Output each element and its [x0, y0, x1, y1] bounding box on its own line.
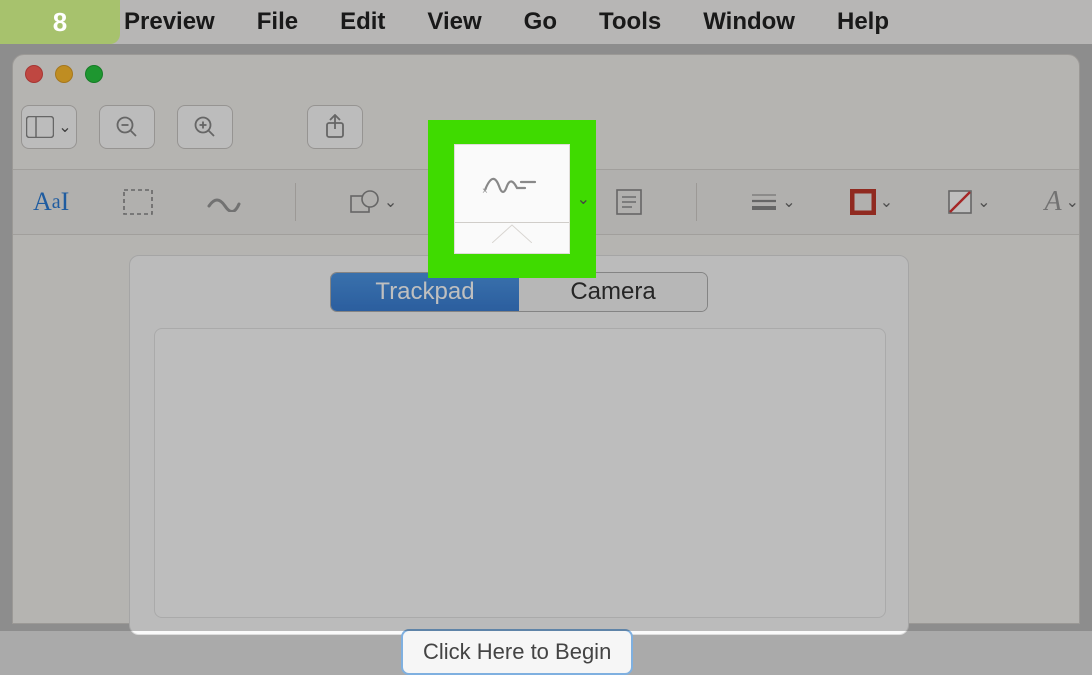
share-icon	[324, 114, 346, 140]
toolbar-divider	[295, 183, 296, 221]
border-color-button[interactable]: ⌄	[850, 181, 893, 223]
font-style-button[interactable]: A ⌄	[1045, 181, 1080, 223]
menu-help[interactable]: Help	[837, 8, 889, 36]
traffic-lights	[25, 65, 103, 83]
sketch-icon	[207, 192, 241, 212]
zoom-window-button[interactable]	[85, 65, 103, 83]
selection-rect-icon	[123, 189, 153, 215]
chevron-down-icon: ⌄	[384, 192, 397, 212]
menu-preview[interactable]: Preview	[124, 8, 215, 36]
border-color-icon	[850, 189, 876, 215]
menu-window[interactable]: Window	[703, 8, 795, 36]
chevron-down-icon: ⌄	[58, 117, 71, 137]
menu-file[interactable]: File	[257, 8, 298, 36]
sidebar-toggle-button[interactable]: ⌄	[21, 105, 77, 149]
close-window-button[interactable]	[25, 65, 43, 83]
tab-trackpad[interactable]: Trackpad	[331, 273, 519, 311]
sketch-tool-button[interactable]	[207, 181, 241, 223]
svg-text:×: ×	[482, 186, 488, 197]
line-width-icon	[750, 192, 778, 212]
step-badge: 8	[0, 0, 120, 44]
note-icon	[616, 189, 642, 215]
chevron-down-icon: ⌄	[977, 192, 990, 212]
selection-tool-button[interactable]	[123, 181, 153, 223]
menu-view[interactable]: View	[427, 8, 481, 36]
signature-popover: Trackpad Camera Click Here to Begin	[129, 255, 909, 635]
sidebar-icon	[26, 116, 54, 138]
text-style-button[interactable]: AaI	[33, 181, 69, 223]
chevron-down-icon: ⌄	[782, 192, 795, 212]
zoom-out-button[interactable]	[99, 105, 155, 149]
note-tool-button[interactable]	[616, 181, 642, 223]
fill-color-button[interactable]: ⌄	[947, 181, 990, 223]
signature-icon: ×	[477, 164, 547, 204]
signature-tool-highlight: × ⌄	[428, 120, 596, 278]
chevron-down-icon: ⌄	[1066, 192, 1079, 212]
line-width-button[interactable]: ⌄	[750, 181, 795, 223]
menu-go[interactable]: Go	[524, 8, 557, 36]
menu-tools[interactable]: Tools	[599, 8, 661, 36]
chevron-down-icon: ⌄	[880, 192, 893, 212]
zoom-out-icon	[115, 115, 139, 139]
fill-color-icon	[947, 189, 973, 215]
menubar: Preview File Edit View Go Tools Window H…	[0, 0, 1092, 44]
toolbar-divider	[696, 183, 697, 221]
signature-source-tabs: Trackpad Camera	[330, 272, 708, 312]
zoom-in-icon	[193, 115, 217, 139]
zoom-in-button[interactable]	[177, 105, 233, 149]
font-style-icon: A	[1045, 186, 1062, 218]
shapes-icon	[350, 190, 380, 214]
tab-camera[interactable]: Camera	[519, 273, 707, 311]
menu-edit[interactable]: Edit	[340, 8, 385, 36]
chevron-down-icon: ⌄	[577, 189, 590, 209]
minimize-window-button[interactable]	[55, 65, 73, 83]
share-button[interactable]	[307, 105, 363, 149]
signature-tool-button[interactable]: ×	[454, 144, 570, 254]
signature-canvas[interactable]: Click Here to Begin	[154, 328, 886, 618]
begin-signature-button[interactable]: Click Here to Begin	[401, 629, 633, 675]
shapes-tool-button[interactable]: ⌄	[350, 181, 397, 223]
popover-arrow-icon	[492, 223, 532, 243]
